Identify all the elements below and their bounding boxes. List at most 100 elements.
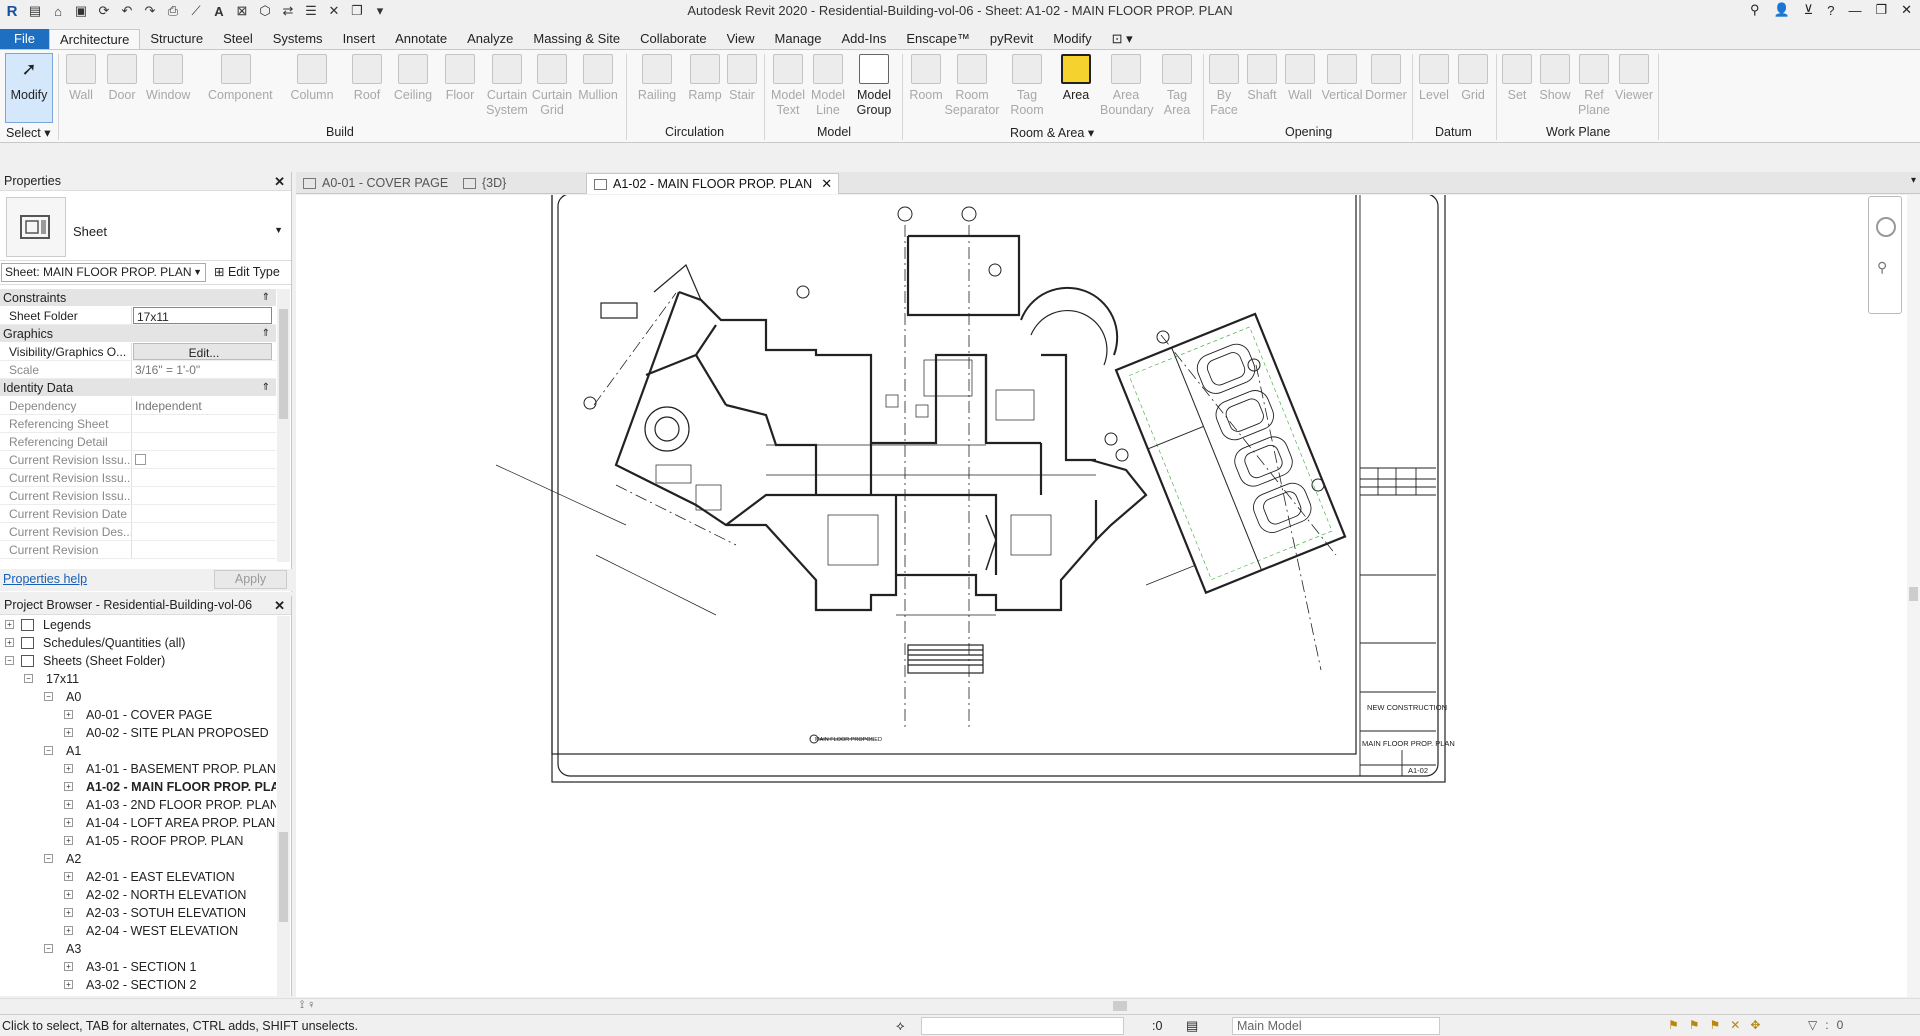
minimize-icon[interactable]: —	[1848, 3, 1861, 18]
type-selector[interactable]: Sheet ▼	[0, 191, 291, 261]
floor-button[interactable]: Floor	[438, 54, 482, 103]
chevron-down-icon[interactable]: ▼	[274, 225, 283, 235]
tab-annotate[interactable]: Annotate	[385, 29, 457, 49]
navigation-bar[interactable]: ⚲	[1868, 196, 1902, 314]
tree-node-a204[interactable]: + A2-04 - WEST ELEVATION	[0, 922, 276, 940]
tab-systems[interactable]: Systems	[263, 29, 333, 49]
tab-analyze[interactable]: Analyze	[457, 29, 523, 49]
tree-node-a002[interactable]: + A0-02 - SITE PLAN PROPOSED	[0, 724, 276, 742]
workset-icon[interactable]: ⟡	[896, 1018, 905, 1034]
tree-node-a202[interactable]: + A2-02 - NORTH ELEVATION	[0, 886, 276, 904]
category-graphics[interactable]: Graphics ⇑	[0, 325, 276, 343]
level-button[interactable]: Level	[1412, 54, 1456, 103]
viewer-button[interactable]: Viewer	[1612, 54, 1656, 103]
railing-button[interactable]: Railing	[635, 54, 679, 103]
wall-button[interactable]: Wall	[59, 54, 103, 103]
tree-node-a103[interactable]: + A1-03 - 2ND FLOOR PROP. PLAN	[0, 796, 276, 814]
sheet-folder-field[interactable]: 17x11	[133, 307, 272, 324]
search-icon[interactable]: ⚲	[1750, 2, 1760, 18]
scroll-thumb[interactable]	[1113, 1001, 1127, 1011]
ribbon-minimize-toggle[interactable]: ⊡ ▾	[1102, 29, 1143, 49]
roof-button[interactable]: Roof	[345, 54, 389, 103]
apply-button[interactable]: Apply	[214, 570, 287, 589]
tree-node-a301[interactable]: + A3-01 - SECTION 1	[0, 958, 276, 976]
curtain-grid-button[interactable]: Curtain Grid	[530, 54, 574, 118]
tab-file[interactable]: File	[0, 29, 49, 49]
view-tab-3d[interactable]: {3D}	[456, 173, 576, 194]
show-button[interactable]: Show	[1533, 54, 1577, 103]
tab-structure[interactable]: Structure	[140, 29, 213, 49]
component-button[interactable]: Component	[208, 54, 273, 103]
category-identity[interactable]: Identity Data ⇑	[0, 379, 276, 397]
model-text-button[interactable]: Model Text	[766, 54, 810, 118]
category-constraints[interactable]: Constraints ⇑	[0, 289, 276, 307]
tree-node-a101[interactable]: + A1-01 - BASEMENT PROP. PLAN	[0, 760, 276, 778]
close-icon[interactable]: ✕	[1901, 2, 1912, 18]
room-button[interactable]: Room	[904, 54, 948, 103]
checkbox[interactable]	[135, 454, 146, 465]
model-group-button[interactable]: Model Group	[852, 54, 896, 118]
tab-collaborate[interactable]: Collaborate	[630, 29, 717, 49]
tab-massing-site[interactable]: Massing & Site	[523, 29, 630, 49]
ceiling-button[interactable]: Ceiling	[391, 54, 435, 103]
cart-icon[interactable]: ⊻	[1804, 2, 1814, 18]
workset-combo[interactable]	[921, 1017, 1124, 1035]
tree-node-17x11[interactable]: −17x11	[0, 670, 276, 688]
model-line-button[interactable]: Model Line	[806, 54, 850, 118]
tab-insert[interactable]: Insert	[333, 29, 386, 49]
canvas-vertical-scrollbar[interactable]	[1907, 195, 1920, 997]
design-option-icon[interactable]: ▤	[1186, 1018, 1198, 1034]
filter-icon[interactable]: ▽:0	[1808, 1018, 1851, 1032]
tree-node-a1[interactable]: − A1	[0, 742, 276, 760]
tab-enscape[interactable]: Enscape™	[896, 29, 980, 49]
door-button[interactable]: Door	[100, 54, 144, 103]
help-icon[interactable]: ?	[1827, 3, 1834, 18]
tree-node-schedules[interactable]: + Schedules/Quantities (all)	[0, 634, 276, 652]
canvas-horizontal-scrollbar[interactable]: ⟟ ♀	[0, 998, 1920, 1013]
tree-node-a104[interactable]: + A1-04 - LOFT AREA PROP. PLAN	[0, 814, 276, 832]
steering-wheel-icon[interactable]	[1876, 217, 1896, 237]
tree-node-a0[interactable]: − A0	[0, 688, 276, 706]
tab-manage[interactable]: Manage	[765, 29, 832, 49]
close-icon[interactable]: ✕	[274, 172, 285, 191]
view-tab-cover-page[interactable]: A0-01 - COVER PAGE	[296, 173, 456, 194]
drawing-canvas[interactable]: MAIN FLOOR PROPOSED NEW CONSTRUCTION MAI…	[296, 187, 1907, 997]
group-select[interactable]: Select ▾	[6, 125, 51, 140]
instance-selector[interactable]: Sheet: MAIN FLOOR PROP. PLAN ▼	[1, 263, 206, 282]
properties-help-link[interactable]: Properties help	[3, 572, 87, 586]
restore-icon[interactable]: ❐	[1875, 2, 1887, 18]
room-separator-button[interactable]: Room Separator	[944, 54, 1000, 118]
tree-node-a203[interactable]: + A2-03 - SOTUH ELEVATION	[0, 904, 276, 922]
curtain-system-button[interactable]: Curtain System	[485, 54, 529, 118]
tag-room-button[interactable]: Tag Room	[1005, 54, 1049, 118]
tab-overflow-icon[interactable]: ▾	[1911, 175, 1916, 186]
column-button[interactable]: Column	[290, 54, 334, 103]
zoom-icon[interactable]: ⚲	[1877, 259, 1887, 276]
browser-scrollbar[interactable]	[277, 616, 290, 996]
dormer-button[interactable]: Dormer	[1364, 54, 1408, 103]
window-button[interactable]: Window	[146, 54, 190, 103]
view-tab-main-floor[interactable]: A1-02 - MAIN FLOOR PROP. PLAN ✕	[586, 173, 840, 194]
properties-scrollbar[interactable]	[277, 289, 290, 562]
edit-type-button[interactable]: ⊞ Edit Type	[214, 264, 280, 279]
stair-button[interactable]: Stair	[720, 54, 764, 103]
grid-button[interactable]: Grid	[1451, 54, 1495, 103]
mullion-button[interactable]: Mullion	[576, 54, 620, 103]
tree-node-a2[interactable]: − A2	[0, 850, 276, 868]
modify-button[interactable]: ➚ Modify	[5, 53, 53, 123]
close-icon[interactable]: ✕	[274, 596, 285, 615]
view-control-icons[interactable]: ⟟ ♀	[300, 999, 315, 1012]
model-selector[interactable]: Main Model	[1232, 1017, 1440, 1035]
edit-vg-button[interactable]: Edit...	[133, 343, 272, 360]
tree-node-a102[interactable]: + A1-02 - MAIN FLOOR PROP. PLAN	[0, 778, 276, 796]
tab-architecture[interactable]: Architecture	[48, 29, 141, 49]
tree-node-a105[interactable]: + A1-05 - ROOF PROP. PLAN	[0, 832, 276, 850]
tab-pyrevit[interactable]: pyRevit	[980, 29, 1043, 49]
user-icon[interactable]: 👤	[1774, 2, 1790, 18]
close-icon[interactable]: ✕	[821, 174, 832, 194]
tree-node-a001[interactable]: + A0-01 - COVER PAGE	[0, 706, 276, 724]
area-button[interactable]: Area	[1054, 54, 1098, 103]
group-room-area[interactable]: Room & Area ▾	[1010, 125, 1094, 140]
ref-plane-button[interactable]: Ref Plane	[1572, 54, 1616, 118]
selection-filter-icons[interactable]: ⚑⚑⚑✕✥	[1668, 1018, 1770, 1032]
